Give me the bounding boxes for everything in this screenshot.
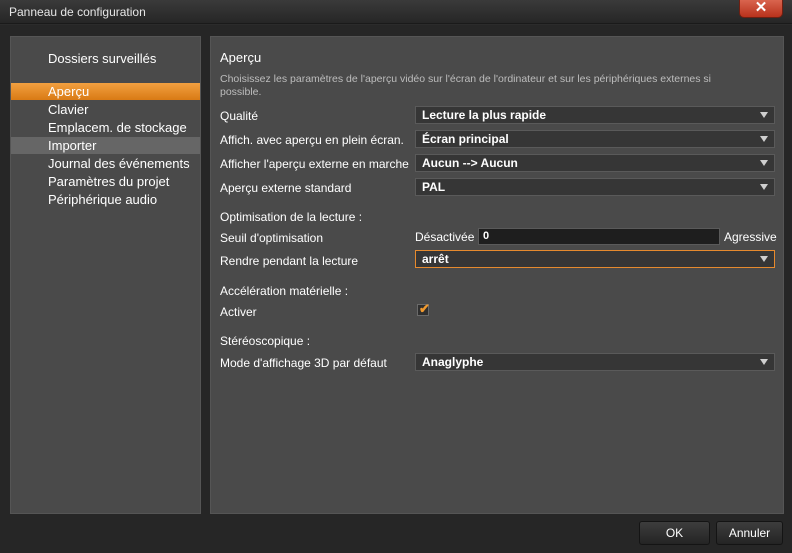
ok-button[interactable]: OK [639,521,710,545]
sidebar-item-import[interactable]: Importer [11,137,200,154]
mode3d-value: Anaglyphe [422,355,484,369]
fullscreen-value: Écran principal [422,132,509,146]
render-playback-select[interactable]: arrêt [415,250,775,268]
render-playback-value: arrêt [422,252,449,266]
external-standard-value: PAL [422,180,446,194]
stereo-heading: Stéréoscopique : [220,334,311,348]
sidebar: Dossiers surveillés Aperçu Clavier Empla… [10,36,201,514]
sidebar-item-preview[interactable]: Aperçu [11,83,200,100]
external-preview-label: Afficher l'aperçu externe en marche [220,157,409,171]
chevron-down-icon [760,359,768,365]
quality-label: Qualité [220,109,259,123]
window-title: Panneau de configuration [9,5,146,19]
external-preview-value: Aucun --> Aucun [422,156,518,170]
external-standard-label: Aperçu externe standard [220,181,352,195]
mode3d-select[interactable]: Anaglyphe [415,353,775,371]
title-bar: Panneau de configuration ✕ [0,0,792,24]
fullscreen-label: Affich. avec aperçu en plein écran. [220,133,404,147]
cancel-button[interactable]: Annuler [716,521,783,545]
threshold-min-label: Désactivée [415,230,475,244]
quality-value: Lecture la plus rapide [422,108,547,122]
chevron-down-icon [760,112,768,118]
chevron-down-icon [760,184,768,190]
page-description: Choisissez les paramètres de l'aperçu vi… [220,73,712,98]
page-title: Aperçu [220,50,262,65]
chevron-down-icon [760,256,768,262]
sidebar-item-storage[interactable]: Emplacem. de stockage [11,119,200,136]
mode3d-label: Mode d'affichage 3D par défaut [220,356,387,370]
hw-accel-heading: Accélération matérielle : [220,284,349,298]
external-preview-select[interactable]: Aucun --> Aucun [415,154,775,172]
threshold-label: Seuil d'optimisation [220,231,324,245]
sidebar-item-audio-device[interactable]: Périphérique audio [11,191,200,208]
threshold-slider[interactable]: 0 [478,228,720,245]
close-icon: ✕ [754,0,768,16]
optimization-heading: Optimisation de la lecture : [220,210,363,224]
sidebar-item-watched-folders[interactable]: Dossiers surveillés [48,51,156,66]
quality-select[interactable]: Lecture la plus rapide [415,106,775,124]
sidebar-item-project-settings[interactable]: Paramètres du projet [11,173,200,190]
threshold-max-label: Agressive [724,230,777,244]
checkmark-icon: ✔ [419,301,430,316]
chevron-down-icon [760,160,768,166]
activate-label: Activer [220,305,257,319]
render-playback-label: Rendre pendant la lecture [220,254,359,268]
fullscreen-select[interactable]: Écran principal [415,130,775,148]
activate-checkbox[interactable]: ✔ [417,301,430,316]
settings-panel: Aperçu Choisissez les paramètres de l'ap… [210,36,784,514]
external-standard-select[interactable]: PAL [415,178,775,196]
close-button[interactable]: ✕ [739,0,783,18]
chevron-down-icon [760,136,768,142]
sidebar-item-keyboard[interactable]: Clavier [11,101,200,118]
threshold-value: 0 [483,230,490,242]
sidebar-item-event-log[interactable]: Journal des événements [11,155,200,172]
